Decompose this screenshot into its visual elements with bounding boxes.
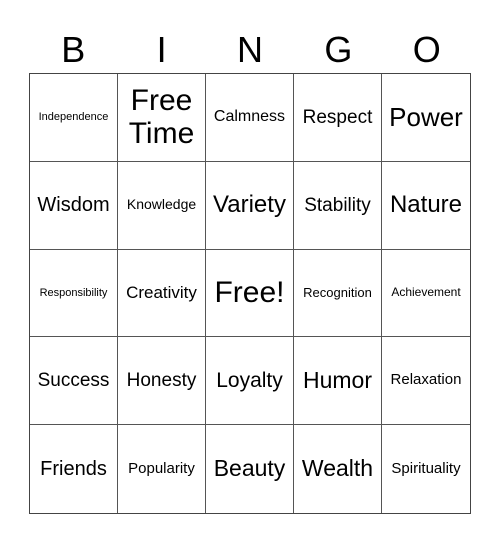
header-letter-g: G xyxy=(324,29,353,70)
bingo-cell[interactable]: Variety xyxy=(206,161,294,250)
bingo-cell[interactable]: Beauty xyxy=(206,425,294,513)
header-letter-o: O xyxy=(412,29,441,70)
bingo-cell[interactable]: Wealth xyxy=(294,425,382,513)
bingo-cell[interactable]: Relaxation xyxy=(382,337,470,426)
bingo-cell[interactable]: Nature xyxy=(382,162,470,250)
bingo-cell[interactable]: Wisdom xyxy=(30,161,118,250)
bingo-cell[interactable]: Responsibility xyxy=(30,249,118,338)
bingo-cell[interactable]: Achievement xyxy=(382,250,470,338)
bingo-cell[interactable]: Loyalty xyxy=(206,337,294,426)
bingo-cell[interactable]: Recognition xyxy=(294,249,382,338)
bingo-cell[interactable]: Knowledge xyxy=(118,161,206,250)
bingo-cell[interactable]: Power xyxy=(382,74,470,162)
bingo-cell[interactable]: Calmness xyxy=(206,74,294,162)
bingo-grid: Independence Free Time Calmness Respect … xyxy=(29,73,471,514)
header-letter-b: B xyxy=(61,29,86,70)
bingo-cell[interactable]: Popularity xyxy=(118,425,206,513)
bingo-cell[interactable]: Success xyxy=(30,337,118,426)
bingo-cell[interactable]: Free Time xyxy=(118,74,206,162)
bingo-cell[interactable]: Honesty xyxy=(118,337,206,426)
bingo-cell[interactable]: Spirituality xyxy=(382,425,470,513)
bingo-cell[interactable]: Humor xyxy=(294,337,382,426)
bingo-cell[interactable]: Independence xyxy=(30,74,118,162)
bingo-cell[interactable]: Respect xyxy=(294,74,382,162)
bingo-cell[interactable]: Creativity xyxy=(118,249,206,338)
bingo-cell[interactable]: Friends xyxy=(30,425,118,513)
free-space-cell[interactable]: Free! xyxy=(206,249,294,338)
bingo-cell[interactable]: Stability xyxy=(294,161,382,250)
header-letter-i: I xyxy=(156,29,167,70)
bingo-header: B I N G O xyxy=(29,28,471,72)
header-letter-n: N xyxy=(236,29,263,70)
